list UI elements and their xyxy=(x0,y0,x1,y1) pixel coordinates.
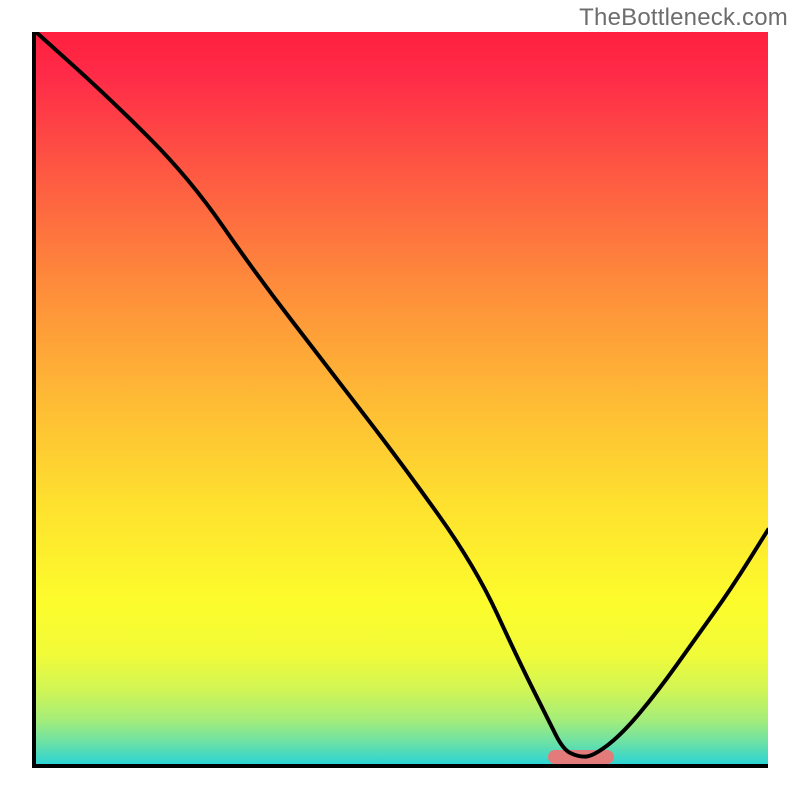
plot-area xyxy=(32,32,768,768)
bottleneck-curve xyxy=(36,32,768,764)
watermark-label: TheBottleneck.com xyxy=(579,4,788,32)
chart-container: TheBottleneck.com xyxy=(0,0,800,800)
